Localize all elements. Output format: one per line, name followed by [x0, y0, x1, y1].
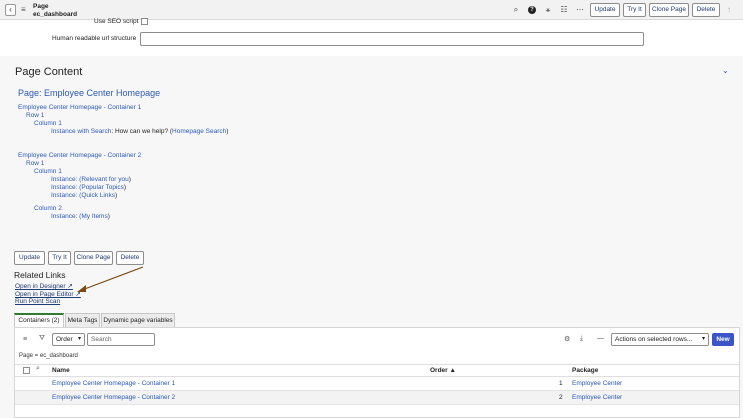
arrow-head — [77, 285, 86, 292]
select-all-checkbox[interactable] — [23, 367, 30, 374]
minus-icon[interactable]: — — [597, 335, 604, 342]
gear-icon[interactable]: ⚙ — [564, 335, 570, 343]
row-order: 2 — [559, 394, 563, 401]
new-button[interactable]: New — [712, 333, 734, 346]
chevron-down-icon: ▾ — [77, 336, 81, 342]
column-label: Order — [430, 367, 448, 374]
chevron-down-icon: ▾ — [701, 336, 705, 342]
select-value: Order — [56, 336, 73, 343]
actions-select[interactable]: Actions on selected rows... ▾ — [611, 333, 709, 346]
column-header-package[interactable]: Package — [572, 367, 598, 374]
tab-meta-tags[interactable]: Meta Tags — [65, 313, 100, 327]
tab-dynamic-page-variables[interactable]: Dynamic page variables — [101, 313, 175, 327]
search-field-select[interactable]: Order ▾ — [52, 333, 85, 346]
sort-ascending-icon: ▲ — [449, 367, 456, 374]
list-menu-icon[interactable]: ≡ — [23, 336, 27, 343]
row-package-link[interactable]: Employee Center — [572, 394, 622, 401]
column-header-order[interactable]: Order ▲ — [430, 367, 456, 374]
search-input[interactable]: Search — [87, 333, 155, 346]
filter-breadcrumb[interactable]: Page = ec_dashboard — [19, 353, 78, 359]
select-value: Actions on selected rows... — [615, 336, 693, 343]
column-header-name[interactable]: Name — [52, 367, 70, 374]
table-header — [15, 364, 739, 377]
arrow-line — [81, 266, 144, 291]
row-package-link[interactable]: Employee Center — [572, 380, 622, 387]
row-name-link[interactable]: Employee Center Homepage - Container 2 — [52, 394, 175, 401]
download-icon[interactable]: ⤓ — [580, 335, 583, 343]
search-icon[interactable]: ⌕ — [36, 365, 40, 373]
row-name-link[interactable]: Employee Center Homepage - Container 1 — [52, 380, 175, 387]
tab-containers[interactable]: Containers (2) — [14, 313, 64, 327]
filter-icon[interactable]: ⛛ — [39, 335, 45, 343]
row-order: 1 — [559, 380, 563, 387]
